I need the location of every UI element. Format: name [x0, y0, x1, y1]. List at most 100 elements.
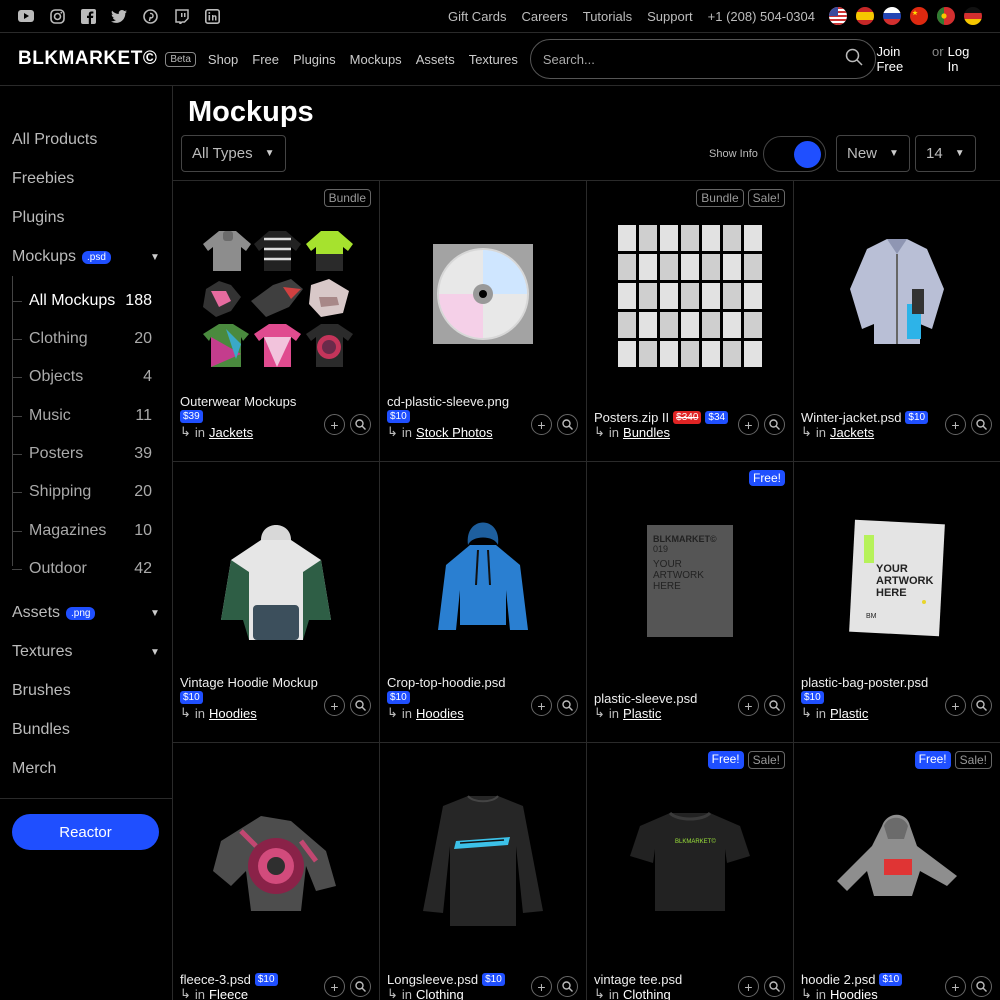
product-card[interactable]: Vintage Hoodie Mockup $10 ↳ in Hoodies +: [173, 462, 380, 743]
category-link[interactable]: Jackets: [830, 425, 874, 440]
product-thumbnail[interactable]: [398, 209, 568, 379]
product-card[interactable]: fleece-3.psd $10 ↳ in Fleece +: [173, 743, 380, 1000]
product-card[interactable]: YOUR ARTWORK HERE BM plastic-bag-poster.…: [794, 462, 1000, 743]
phone-link[interactable]: +1 (208) 504-0304: [708, 9, 815, 24]
product-thumbnail[interactable]: [191, 771, 361, 941]
youtube-icon[interactable]: [18, 8, 34, 24]
product-name[interactable]: Posters.zip II: [594, 410, 669, 425]
product-thumbnail[interactable]: YOUR ARTWORK HERE BM: [812, 490, 982, 660]
add-to-cart-button[interactable]: +: [324, 976, 345, 997]
category-link[interactable]: Hoodies: [830, 987, 878, 1000]
sidebar-item-mockups[interactable]: Mockups .psd ▼: [12, 248, 160, 266]
add-to-cart-button[interactable]: +: [531, 414, 552, 435]
product-thumbnail[interactable]: [812, 209, 982, 379]
product-card[interactable]: Crop-top-hoodie.psd $10 ↳ in Hoodies +: [380, 462, 587, 743]
category-link[interactable]: Bundles: [623, 425, 670, 440]
chevron-down-icon[interactable]: ▼: [150, 608, 160, 619]
chevron-down-icon[interactable]: ▼: [150, 647, 160, 658]
sidebar-item-merch[interactable]: Merch: [12, 760, 56, 778]
product-thumbnail[interactable]: [398, 490, 568, 660]
category-link[interactable]: Plastic: [830, 706, 868, 721]
add-to-cart-button[interactable]: +: [531, 695, 552, 716]
china-flag-icon[interactable]: [910, 7, 928, 25]
sidebar-sub-all-mockups[interactable]: All Mockups 188: [12, 291, 152, 311]
category-link[interactable]: Stock Photos: [416, 425, 493, 440]
product-name[interactable]: Vintage Hoodie Mockup: [180, 675, 318, 690]
search-input[interactable]: [542, 51, 846, 67]
portugal-flag-icon[interactable]: [937, 7, 955, 25]
product-thumbnail[interactable]: BLKMARKET©: [605, 771, 775, 941]
product-card[interactable]: Free! Sale! BLKMARKET© vintage tee.psd ↳ i…: [587, 743, 794, 1000]
nav-assets[interactable]: Assets: [416, 52, 455, 67]
product-card[interactable]: Winter-jacket.psd $10 ↳ in Jackets +: [794, 181, 1000, 462]
add-to-cart-button[interactable]: +: [531, 976, 552, 997]
sidebar-item-brushes[interactable]: Brushes: [12, 682, 71, 700]
product-name[interactable]: Winter-jacket.psd: [801, 410, 901, 425]
product-thumbnail[interactable]: BLKMARKET© 019 YOUR ARTWORK HERE: [605, 490, 775, 660]
quick-view-button[interactable]: [971, 414, 992, 435]
category-link[interactable]: Clothing: [623, 987, 671, 1000]
product-thumbnail[interactable]: [812, 771, 982, 941]
add-to-cart-button[interactable]: +: [945, 695, 966, 716]
spain-flag-icon[interactable]: [856, 7, 874, 25]
sidebar-item-freebies[interactable]: Freebies: [12, 170, 74, 188]
product-name[interactable]: hoodie 2.psd: [801, 972, 875, 987]
facebook-icon[interactable]: [80, 8, 96, 24]
product-card[interactable]: Bundle Sale! Posters.zip II $340 $34 ↳ in B…: [587, 181, 794, 462]
russia-flag-icon[interactable]: [883, 7, 901, 25]
quick-view-button[interactable]: [557, 414, 578, 435]
nav-shop[interactable]: Shop: [208, 52, 238, 67]
add-to-cart-button[interactable]: +: [324, 414, 345, 435]
category-link[interactable]: Plastic: [623, 706, 661, 721]
sidebar-item-textures[interactable]: Textures ▼: [12, 643, 160, 661]
category-link[interactable]: Jackets: [209, 425, 253, 440]
add-to-cart-button[interactable]: +: [738, 695, 759, 716]
nav-mockups[interactable]: Mockups: [350, 52, 402, 67]
search-icon[interactable]: [845, 48, 864, 71]
sidebar-sub-shipping[interactable]: Shipping 20: [12, 482, 152, 502]
sidebar-sub-clothing[interactable]: Clothing 20: [12, 329, 152, 349]
product-thumbnail[interactable]: [191, 490, 361, 660]
sort-select[interactable]: New ▼: [836, 135, 910, 172]
nav-plugins[interactable]: Plugins: [293, 52, 336, 67]
add-to-cart-button[interactable]: +: [945, 976, 966, 997]
reactor-button[interactable]: Reactor: [12, 814, 159, 850]
product-card[interactable]: Free! Sale! hoodie 2.psd $10 ↳ in Hoodies +: [794, 743, 1000, 1000]
add-to-cart-button[interactable]: +: [738, 414, 759, 435]
quick-view-button[interactable]: [350, 414, 371, 435]
chevron-down-icon[interactable]: ▼: [150, 252, 160, 263]
category-link[interactable]: Fleece: [209, 987, 248, 1000]
add-to-cart-button[interactable]: +: [738, 976, 759, 997]
quick-view-button[interactable]: [764, 414, 785, 435]
sidebar-sub-outdoor[interactable]: Outdoor 42: [12, 559, 152, 579]
sidebar-item-assets[interactable]: Assets .png ▼: [12, 604, 160, 622]
instagram-icon[interactable]: [49, 8, 65, 24]
product-name[interactable]: vintage tee.psd: [594, 972, 682, 987]
product-name[interactable]: cd-plastic-sleeve.png: [387, 394, 509, 409]
product-card[interactable]: cd-plastic-sleeve.png $10 ↳ in Stock Photo…: [380, 181, 587, 462]
product-thumbnail[interactable]: [605, 209, 775, 379]
category-link[interactable]: Hoodies: [209, 706, 257, 721]
careers-link[interactable]: Careers: [521, 9, 567, 24]
quick-view-button[interactable]: [350, 976, 371, 997]
support-link[interactable]: Support: [647, 9, 693, 24]
quick-view-button[interactable]: [764, 695, 785, 716]
product-name[interactable]: plastic-sleeve.psd: [594, 691, 697, 706]
quick-view-button[interactable]: [557, 695, 578, 716]
product-card[interactable]: Bundle Outerwear Mockups $39 ↳ in Jackets …: [173, 181, 380, 462]
sidebar-item-bundles[interactable]: Bundles: [12, 721, 70, 739]
add-to-cart-button[interactable]: +: [945, 414, 966, 435]
sidebar-sub-objects[interactable]: Objects 4: [12, 367, 152, 387]
product-thumbnail[interactable]: [398, 771, 568, 941]
nav-textures[interactable]: Textures: [469, 52, 518, 67]
product-name[interactable]: Longsleeve.psd: [387, 972, 478, 987]
product-card[interactable]: Longsleeve.psd $10 ↳ in Clothing +: [380, 743, 587, 1000]
add-to-cart-button[interactable]: +: [324, 695, 345, 716]
sidebar-sub-posters[interactable]: Posters 39: [12, 444, 152, 464]
quick-view-button[interactable]: [557, 976, 578, 997]
show-info-toggle[interactable]: [763, 136, 826, 172]
tutorials-link[interactable]: Tutorials: [583, 9, 632, 24]
germany-flag-icon[interactable]: [964, 7, 982, 25]
linkedin-icon[interactable]: [204, 8, 220, 24]
us-flag-icon[interactable]: [829, 7, 847, 25]
